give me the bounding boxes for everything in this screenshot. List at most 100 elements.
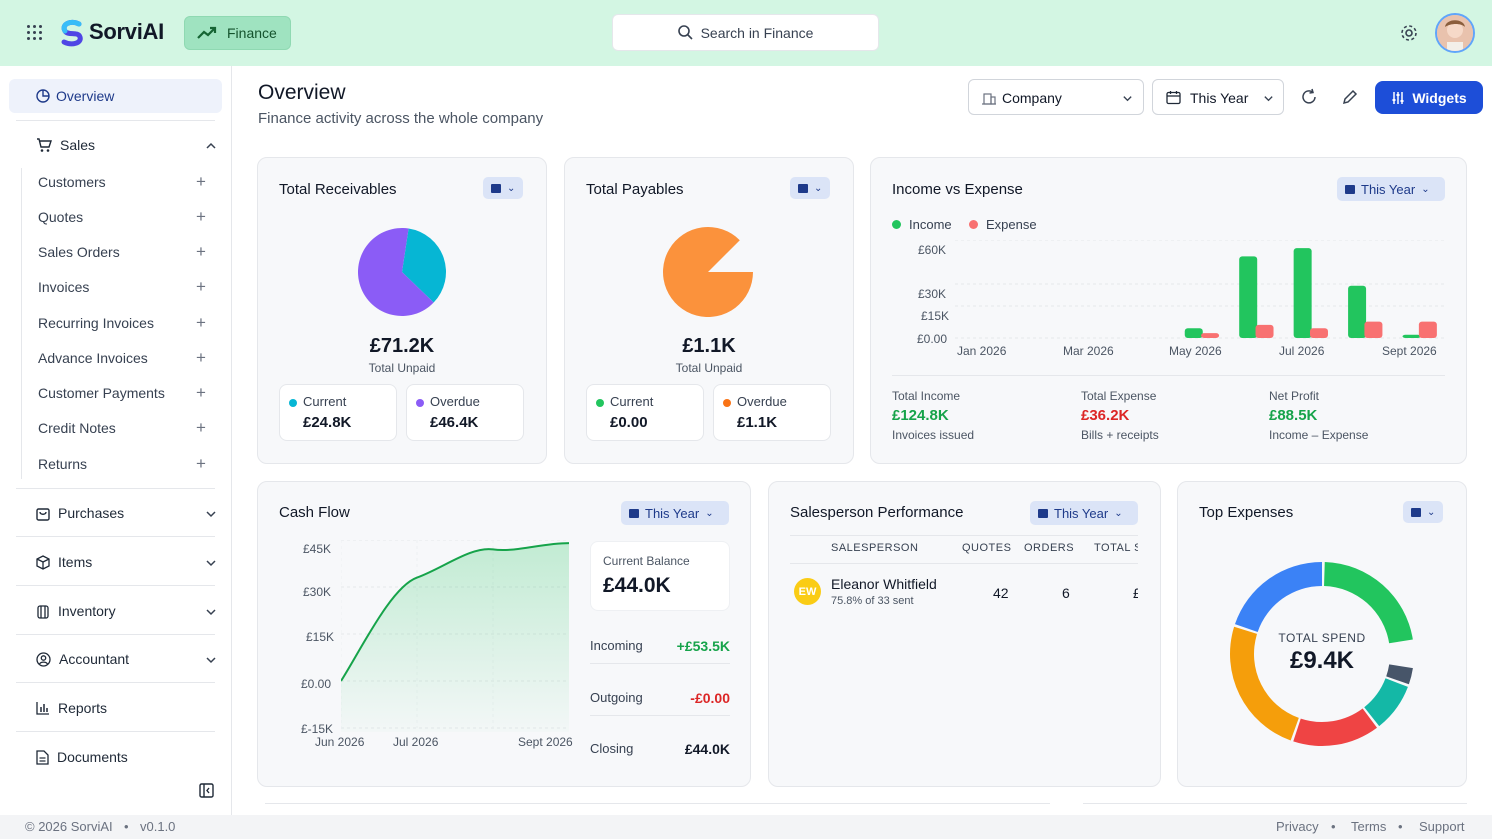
bar-income[interactable]: [1348, 285, 1367, 338]
sidebar-item-quotes[interactable]: Quotes: [38, 209, 83, 225]
footer-bullet: •: [1331, 819, 1336, 834]
row-label: Incoming: [590, 638, 643, 653]
bar-expense[interactable]: [1201, 333, 1220, 338]
y-tick: £0.00: [917, 332, 948, 346]
column-header-salesperson[interactable]: SALESPERSON: [831, 542, 918, 554]
sidebar-group-purchases[interactable]: Purchases: [36, 505, 124, 521]
sidebar-item-overview[interactable]: Overview: [9, 79, 222, 113]
sidebar-item-customers[interactable]: Customers: [38, 174, 106, 190]
edit-pencil-icon[interactable]: [1340, 87, 1360, 107]
top-expenses-period-button[interactable]: ⌄: [1403, 501, 1444, 523]
current-balance-box: Current Balance £44.0K: [590, 541, 730, 611]
privacy-link[interactable]: Privacy: [1276, 819, 1319, 834]
balance-value: £44.0K: [603, 574, 671, 597]
add-customer-plus-icon[interactable]: +: [196, 173, 206, 190]
add-customer-payment-plus-icon[interactable]: +: [196, 384, 206, 401]
widgets-button[interactable]: Widgets: [1375, 81, 1483, 114]
cash-flow-period-button[interactable]: This Year ⌄: [621, 501, 729, 525]
divider: [16, 634, 215, 635]
chevron-down-icon[interactable]: [205, 557, 217, 569]
warehouse-icon: [37, 604, 49, 619]
sidebar-item-documents[interactable]: Documents: [36, 749, 128, 765]
add-recurring-invoice-plus-icon[interactable]: +: [196, 314, 206, 331]
sidebar-item-customer-payments[interactable]: Customer Payments: [38, 385, 165, 401]
period-select[interactable]: This Year: [1152, 79, 1284, 115]
sidebar-item-sales-orders[interactable]: Sales Orders: [38, 244, 120, 260]
sidebar-item-invoices[interactable]: Invoices: [38, 279, 89, 295]
sidebar-group-items[interactable]: Items: [36, 554, 92, 570]
row-label: Outgoing: [590, 690, 643, 705]
payables-total: £1.1K: [682, 335, 736, 357]
salesperson-period-button[interactable]: This Year ⌄: [1030, 501, 1138, 525]
net-profit-value: £88.5K: [1269, 407, 1318, 424]
sidebar-group-sales[interactable]: Sales: [36, 137, 95, 153]
table-row[interactable]: EW Eleanor Whitfield 75.8% of 33 sent 42…: [790, 565, 1138, 619]
legend-expense[interactable]: Expense: [969, 217, 1037, 232]
receivables-period-button[interactable]: ⌄: [483, 177, 524, 199]
module-switcher-button[interactable]: Finance: [184, 16, 291, 50]
widgets-label: Widgets: [1412, 89, 1467, 106]
add-return-plus-icon[interactable]: +: [196, 455, 206, 472]
sidebar-group-label: Sales: [60, 137, 96, 153]
add-credit-note-plus-icon[interactable]: +: [196, 419, 206, 436]
donut-segment-teal[interactable]: [1364, 678, 1408, 727]
chevron-down-icon[interactable]: [205, 654, 217, 666]
add-sales-order-plus-icon[interactable]: +: [196, 243, 206, 260]
company-select-value: Company: [1002, 90, 1062, 106]
sidebar-item-recurring-invoices[interactable]: Recurring Invoices: [38, 315, 154, 331]
sidebar-item-reports[interactable]: Reports: [36, 700, 107, 716]
trend-up-icon: [197, 26, 217, 39]
chevron-up-icon[interactable]: [205, 140, 217, 152]
company-select[interactable]: Company: [968, 79, 1144, 115]
receivables-caption: Total Unpaid: [368, 361, 436, 375]
bar-income[interactable]: [1293, 248, 1312, 338]
refresh-icon[interactable]: [1299, 87, 1319, 107]
chevron-down-icon[interactable]: [205, 606, 217, 618]
add-advance-invoice-plus-icon[interactable]: +: [196, 349, 206, 366]
donut-segment-red[interactable]: [1293, 708, 1377, 746]
collapse-sidebar-icon[interactable]: [199, 783, 214, 798]
cash-flow-area: [341, 543, 569, 732]
income-expense-period-button[interactable]: This Year ⌄: [1337, 177, 1445, 201]
top-expenses-title: Top Expenses: [1199, 504, 1294, 521]
bar-chart-icon: [36, 702, 49, 715]
sidebar-item-advance-invoices[interactable]: Advance Invoices: [38, 350, 148, 366]
add-quote-plus-icon[interactable]: +: [196, 208, 206, 225]
sliders-icon: [1392, 91, 1404, 104]
settings-gear-icon[interactable]: [1399, 23, 1419, 43]
bar-income[interactable]: [1184, 328, 1203, 338]
app-name: SorviAI: [89, 19, 164, 44]
column-header-orders[interactable]: ORDERS: [1024, 542, 1074, 554]
total-expense-note: Bills + receipts: [1081, 428, 1159, 442]
sidebar-group-accountant[interactable]: Accountant: [36, 651, 129, 667]
bar-expense[interactable]: [1309, 328, 1328, 338]
sidebar-item-credit-notes[interactable]: Credit Notes: [38, 420, 116, 436]
add-invoice-plus-icon[interactable]: +: [196, 278, 206, 295]
bar-income[interactable]: [1239, 256, 1258, 338]
donut-segment-blue[interactable]: [1234, 562, 1322, 632]
search-icon: [677, 25, 693, 40]
column-header-total-sales[interactable]: TOTAL S: [1094, 542, 1138, 554]
support-link[interactable]: Support: [1419, 819, 1465, 834]
bar-expense[interactable]: [1364, 321, 1383, 338]
payables-period-button[interactable]: ⌄: [790, 177, 831, 199]
bar-expense[interactable]: [1418, 321, 1437, 338]
search-input[interactable]: Search in Finance: [612, 14, 879, 51]
user-avatar[interactable]: [1435, 13, 1475, 53]
apps-grid-icon[interactable]: [27, 25, 43, 41]
calendar-icon: [798, 183, 808, 193]
y-tick: £0.00: [301, 677, 332, 691]
column-header-quotes[interactable]: QUOTES: [962, 542, 1011, 554]
sidebar-item-returns[interactable]: Returns: [38, 456, 87, 472]
chevron-down-icon: ⌄: [814, 182, 823, 194]
sidebar-group-inventory[interactable]: Inventory: [36, 603, 116, 619]
chevron-down-icon: ⌄: [1114, 507, 1123, 519]
period-label: This Year: [1054, 505, 1109, 521]
chevron-down-icon[interactable]: [205, 508, 217, 520]
salesperson-card: [768, 481, 1161, 787]
terms-link[interactable]: Terms: [1351, 819, 1386, 834]
bar-income[interactable]: [1402, 334, 1421, 338]
document-icon: [36, 749, 49, 765]
bar-expense[interactable]: [1255, 324, 1274, 338]
legend-income[interactable]: Income: [892, 217, 952, 232]
